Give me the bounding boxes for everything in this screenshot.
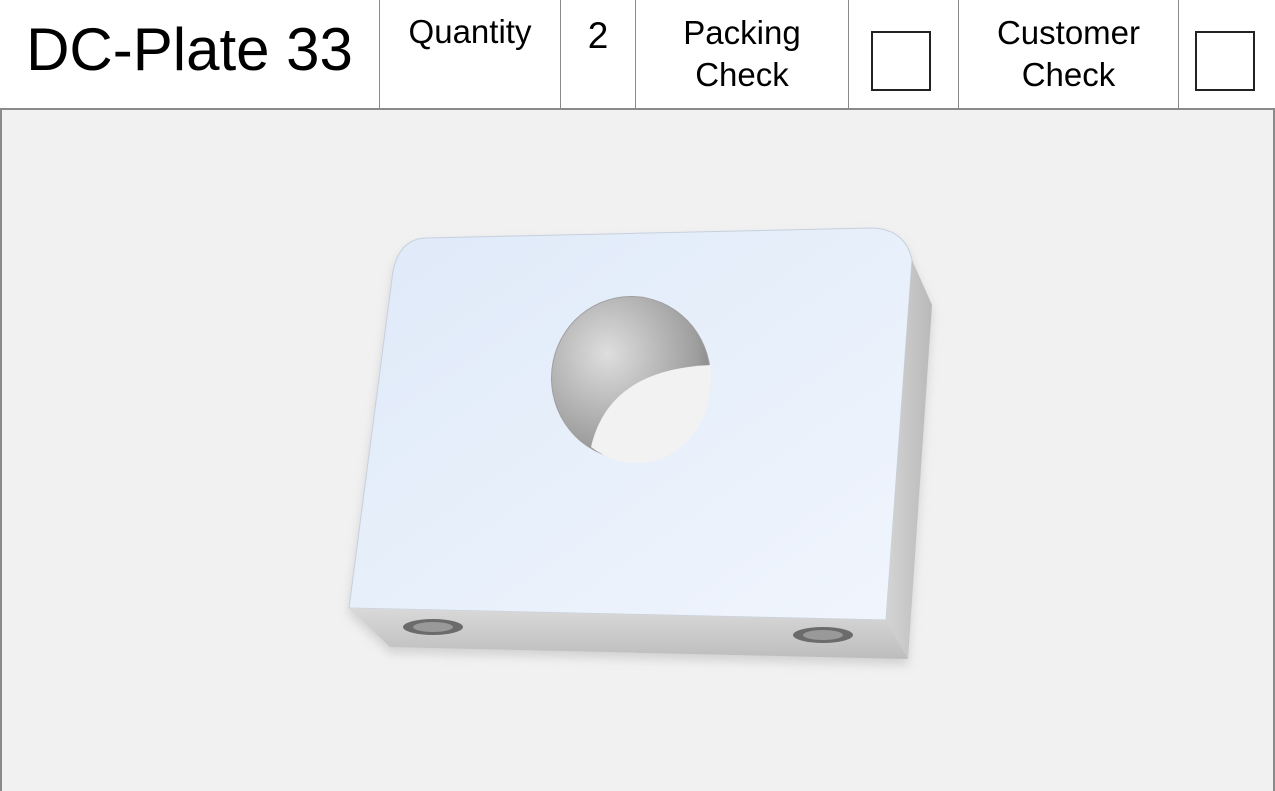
- customer-check-label-cell: Customer Check: [959, 0, 1179, 108]
- packing-check-label-cell: Packing Check: [636, 0, 849, 108]
- customer-check-line-2: Check: [1021, 56, 1116, 93]
- customer-checkbox-cell: [1179, 0, 1275, 108]
- part-name-cell: DC-Plate 33: [0, 0, 380, 108]
- quantity-label-cell: Quantity: [380, 0, 561, 108]
- quantity-value: 2: [587, 15, 609, 56]
- packing-check-line-1: Packing: [683, 14, 801, 51]
- quantity-label: Quantity: [408, 13, 532, 50]
- part-image-area: [0, 110, 1275, 791]
- work-order-sheet: DC-Plate 33 Quantity 2 Packing Check Cus…: [0, 0, 1275, 791]
- packing-check-label: Packing Check: [636, 12, 848, 96]
- bottom-left-hole: [403, 619, 463, 635]
- customer-check-checkbox[interactable]: [1195, 31, 1255, 91]
- customer-check-line-1: Customer: [996, 14, 1141, 51]
- packing-check-line-2: Check: [695, 56, 789, 93]
- part-render: [348, 227, 932, 659]
- sheet-header: DC-Plate 33 Quantity 2 Packing Check Cus…: [0, 0, 1275, 110]
- bottom-right-hole: [793, 627, 853, 643]
- packing-check-checkbox[interactable]: [871, 31, 931, 91]
- packing-checkbox-cell: [849, 0, 959, 108]
- customer-check-label: Customer Check: [959, 12, 1178, 96]
- quantity-value-cell: 2: [561, 0, 636, 108]
- part-name: DC-Plate 33: [26, 16, 353, 83]
